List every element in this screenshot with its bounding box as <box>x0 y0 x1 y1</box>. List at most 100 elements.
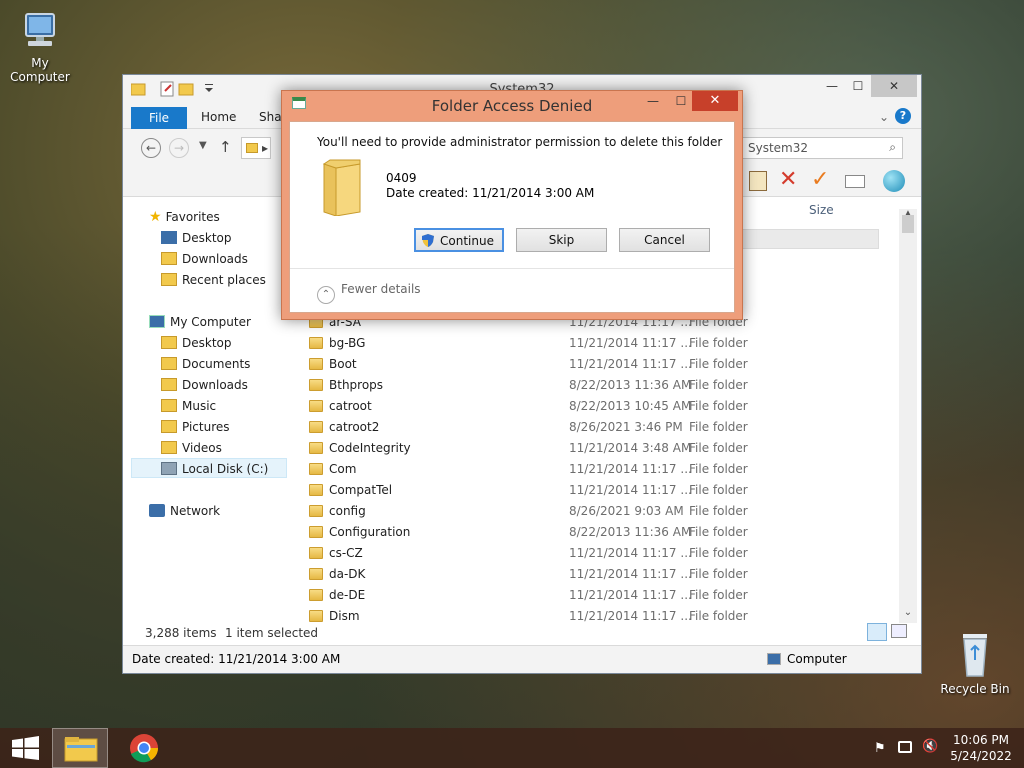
up-button[interactable]: ↑ <box>219 138 232 156</box>
nav-item-local-disk[interactable]: Local Disk (C:) <box>131 458 287 478</box>
dialog-folder-date: Date created: 11/21/2014 3:00 AM <box>386 186 595 200</box>
nav-item-videos[interactable]: Videos <box>161 438 222 458</box>
table-row[interactable]: Bthprops 8/22/2013 11:36 AM File folder <box>303 375 903 396</box>
nav-item-desktop[interactable]: Desktop <box>161 228 232 248</box>
delete-icon[interactable]: ✕ <box>779 167 797 192</box>
continue-button[interactable]: Continue <box>414 228 504 252</box>
table-row[interactable]: Com 11/21/2014 11:17 ... File folder <box>303 459 903 480</box>
nav-item-pictures[interactable]: Pictures <box>161 417 230 437</box>
table-row[interactable]: CompatTel 11/21/2014 11:17 ... File folder <box>303 480 903 501</box>
table-row[interactable]: da-DK 11/21/2014 11:17 ... File folder <box>303 564 903 585</box>
nav-item-recent-places[interactable]: Recent places <box>161 270 266 290</box>
dialog-minimize-button[interactable]: — <box>638 91 668 111</box>
maximize-button[interactable]: ☐ <box>845 75 871 97</box>
ribbon-expand-icon[interactable]: ⌄ <box>879 110 889 124</box>
documents-icon <box>161 357 177 370</box>
folder-icon <box>309 442 323 454</box>
table-row[interactable]: catroot 8/22/2013 10:45 AM File folder <box>303 396 903 417</box>
desktop-icon-my-computer[interactable]: My Computer <box>0 10 80 84</box>
nav-item-documents[interactable]: Documents <box>161 354 250 374</box>
details-location: Computer <box>787 652 847 666</box>
volume-muted-icon[interactable]: 🔇 <box>922 739 938 754</box>
checkmark-icon[interactable]: ✓ <box>811 167 829 192</box>
folder-icon <box>246 143 258 153</box>
details-view-icon[interactable] <box>867 623 887 641</box>
large-icons-view-icon[interactable] <box>891 624 907 638</box>
folder-icon <box>309 421 323 433</box>
details-bar: Date created: 11/21/2014 3:00 AM Compute… <box>123 645 921 673</box>
tab-home[interactable]: Home <box>201 110 236 124</box>
taskbar-chrome[interactable] <box>116 728 172 768</box>
table-row[interactable]: config 8/26/2021 9:03 AM File folder <box>303 501 903 522</box>
nav-item-music[interactable]: Music <box>161 396 216 416</box>
help-icon[interactable]: ? <box>895 108 911 124</box>
dialog-divider <box>290 268 734 269</box>
system-clock[interactable]: 10:06 PM 5/24/2022 <box>946 732 1016 764</box>
table-row[interactable]: Configuration 8/22/2013 11:36 AM File fold… <box>303 522 903 543</box>
folder-icon <box>309 358 323 370</box>
back-button[interactable]: ← <box>141 138 161 158</box>
close-button[interactable]: ✕ <box>871 75 917 97</box>
downloads-icon <box>161 378 177 391</box>
minimize-button[interactable]: — <box>819 75 845 97</box>
folder-icon <box>309 463 323 475</box>
folder-icon <box>309 610 323 622</box>
recycle-bin-icon <box>953 630 997 680</box>
desktop-icon <box>161 336 177 349</box>
clock-date: 5/24/2022 <box>950 749 1012 763</box>
scroll-down-icon[interactable]: ⌄ <box>899 607 917 621</box>
network-icon <box>149 504 165 517</box>
folder-icon <box>309 400 323 412</box>
skip-button[interactable]: Skip <box>516 228 607 252</box>
table-row[interactable]: Boot 11/21/2014 11:17 ... File folder <box>303 354 903 375</box>
dialog-body: You'll need to provide administrator per… <box>289 121 735 313</box>
action-center-flag-icon[interactable]: ⚑ <box>874 741 886 756</box>
desktop-icon-recycle-bin[interactable]: Recycle Bin <box>935 630 1015 696</box>
videos-icon <box>161 441 177 454</box>
table-row[interactable]: CodeIntegrity 11/21/2014 3:48 AM File fold… <box>303 438 903 459</box>
item-count: 3,288 items <box>145 626 217 640</box>
pictures-icon <box>161 420 177 433</box>
table-row[interactable]: bg-BG 11/21/2014 11:17 ... File folder <box>303 333 903 354</box>
downloads-icon <box>161 252 177 265</box>
nav-item-downloads[interactable]: Downloads <box>161 249 248 269</box>
dialog-message: You'll need to provide administrator per… <box>317 135 723 149</box>
column-size[interactable]: Size <box>809 203 834 217</box>
navigation-pane: ★ Favorites Desktop Downloads Recent plac… <box>131 205 291 615</box>
table-row[interactable]: catroot2 8/26/2021 3:46 PM File folder <box>303 417 903 438</box>
folder-icon <box>309 547 323 559</box>
rename-icon[interactable] <box>845 175 865 188</box>
taskbar: ⚑ 🔇 10:06 PM 5/24/2022 <box>0 728 1024 768</box>
dialog-close-button[interactable]: ✕ <box>692 91 738 111</box>
folder-icon <box>309 568 323 580</box>
nav-item-downloads[interactable]: Downloads <box>161 375 248 395</box>
scrollbar-thumb[interactable] <box>902 215 914 233</box>
chrome-icon <box>130 734 158 763</box>
nav-favorites[interactable]: ★ Favorites <box>149 207 220 227</box>
start-button[interactable] <box>6 728 46 768</box>
nav-my-computer[interactable]: My Computer <box>149 312 251 332</box>
globe-icon[interactable] <box>883 170 905 192</box>
folder-access-denied-dialog: Folder Access Denied — ☐ ✕ You'll need t… <box>281 90 743 320</box>
forward-button[interactable]: → <box>169 138 189 158</box>
folder-icon <box>309 337 323 349</box>
nav-item-desktop[interactable]: Desktop <box>161 333 232 353</box>
table-row[interactable]: de-DE 11/21/2014 11:17 ... File folder <box>303 585 903 606</box>
search-input[interactable]: System32 ⌕ <box>739 137 903 159</box>
nav-network[interactable]: Network <box>149 501 220 521</box>
selection-count: 1 item selected <box>225 626 319 640</box>
recent-locations-icon[interactable]: ▼ <box>199 140 207 151</box>
vertical-scrollbar[interactable]: ▲ ⌄ <box>899 209 917 623</box>
cancel-button[interactable]: Cancel <box>619 228 710 252</box>
tab-file[interactable]: File <box>131 107 187 129</box>
folder-icon <box>309 484 323 496</box>
status-bar: 3,288 items 1 item selected <box>123 623 921 643</box>
table-row[interactable]: cs-CZ 11/21/2014 11:17 ... File folder <box>303 543 903 564</box>
address-bar[interactable]: ▸ <box>241 137 271 159</box>
clipboard-icon[interactable] <box>749 171 767 191</box>
folder-icon <box>309 379 323 391</box>
taskbar-file-explorer[interactable] <box>52 728 108 768</box>
fewer-details-toggle[interactable]: ⌃ Fewer details <box>317 282 421 304</box>
file-explorer-icon <box>64 737 98 762</box>
network-status-icon[interactable] <box>898 741 912 753</box>
